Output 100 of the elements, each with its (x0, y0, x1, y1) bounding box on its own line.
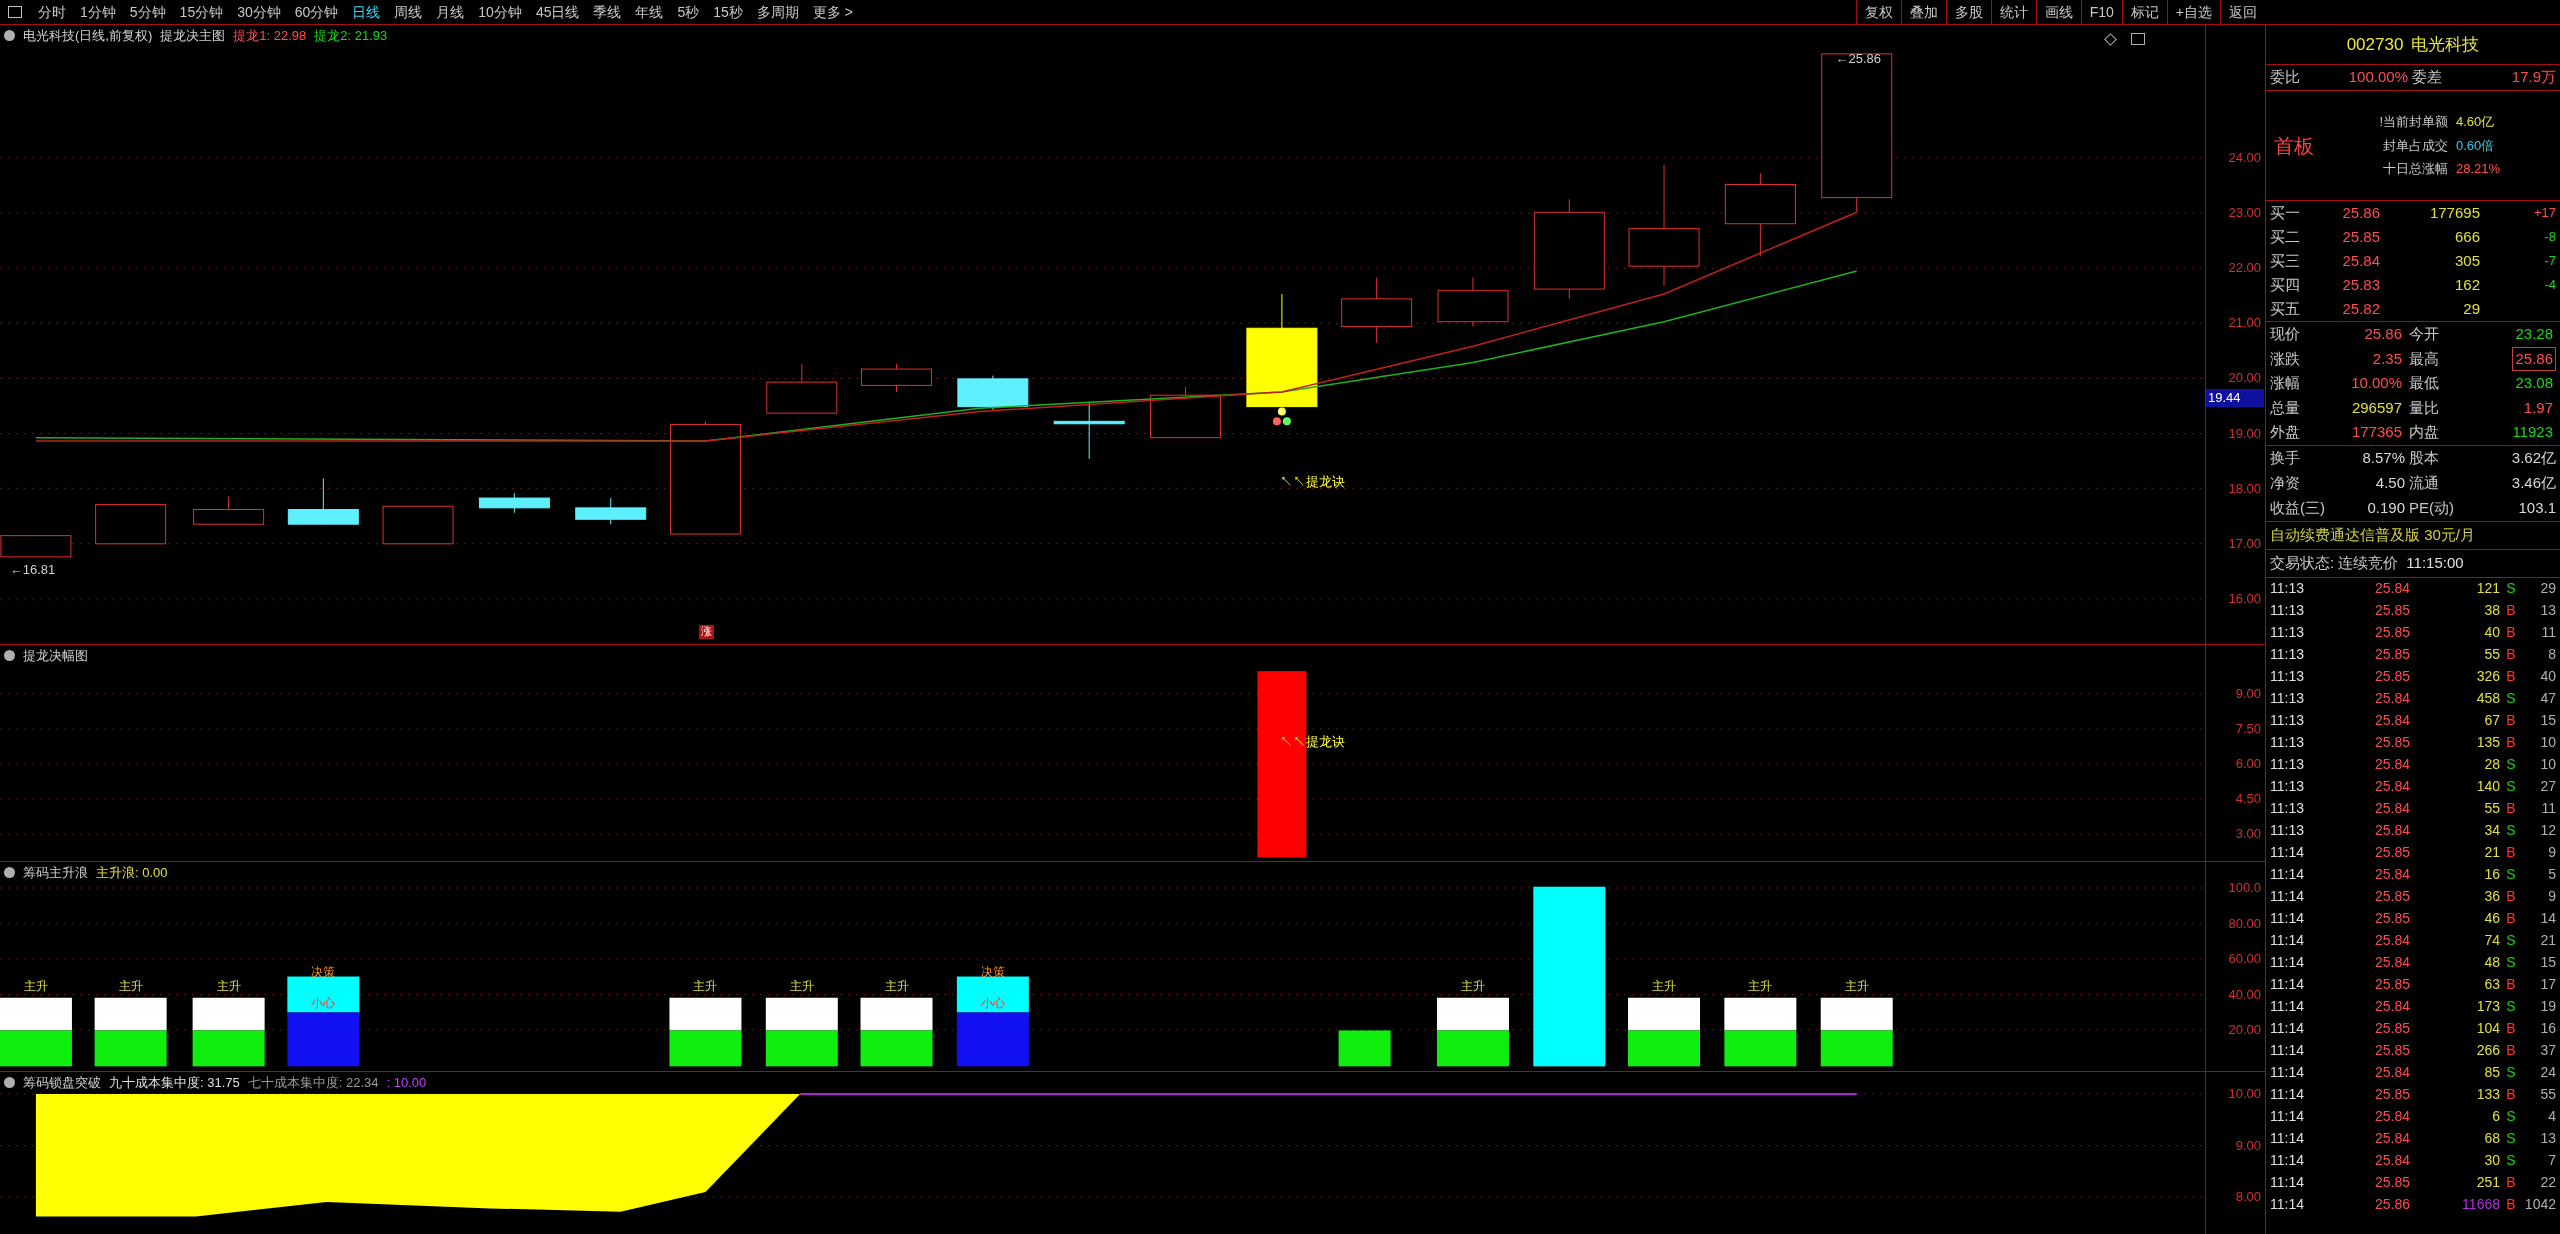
period-tab[interactable]: 年线 (635, 1, 664, 23)
quote-text: -7 (2544, 252, 2556, 271)
toolbar-button[interactable]: 复权 (1855, 0, 1901, 24)
collapse-icon[interactable] (4, 1077, 15, 1088)
trade-side: S (2505, 1129, 2517, 1148)
trade-side: S (2505, 931, 2517, 950)
period-tab[interactable]: 更多 > (812, 1, 853, 23)
quote-text: 296597 (2350, 397, 2403, 418)
bar-label: 主升 (118, 980, 143, 993)
toolbar-button[interactable]: 返回 (2220, 0, 2265, 24)
collapse-icon[interactable] (4, 650, 15, 661)
period-tab[interactable]: 1分钟 (80, 1, 116, 23)
axis-label: 21.00 (2228, 316, 2261, 330)
bar-label: 小心 (311, 996, 336, 1009)
wave-bar (1338, 1030, 1391, 1067)
trade-price: 25.84 (2373, 997, 2410, 1016)
toolbar-button[interactable]: 标记 (2121, 0, 2167, 24)
trade-volume: 48 (2483, 953, 2500, 972)
axis-label: 10.00 (2228, 1087, 2261, 1100)
period-tab[interactable]: 日线 (352, 1, 381, 23)
toolbar-button[interactable]: 统计 (1990, 0, 2036, 24)
period-tab[interactable]: 月线 (436, 1, 465, 23)
trade-count: 8 (2548, 645, 2556, 664)
trade-time: 11:14 (2270, 1173, 2305, 1192)
quote-text: 666 (2453, 226, 2480, 247)
trade-price: 25.84 (2373, 1151, 2410, 1170)
trade-count: 7 (2548, 1151, 2556, 1170)
quote-text: 1.97 (2522, 397, 2554, 418)
period-tab[interactable]: 周线 (394, 1, 423, 23)
trade-time: 11:14 (2270, 1085, 2305, 1104)
period-tab[interactable]: 10分钟 (478, 1, 522, 23)
trade-count: 16 (2540, 1019, 2556, 1038)
period-tab[interactable]: 5分钟 (129, 1, 166, 23)
period-tab[interactable]: 15分钟 (179, 1, 224, 23)
candlestick (382, 505, 454, 545)
info-value: 4.60亿 (2456, 113, 2495, 132)
trade-side: B (2505, 975, 2517, 994)
trade-volume: 55 (2483, 645, 2500, 664)
trade-count: 1042 (2524, 1195, 2556, 1214)
quote-text: 100.00% (2347, 67, 2408, 88)
trade-side: S (2505, 997, 2517, 1016)
row-label: 最低 (2409, 373, 2439, 393)
row-label: 委差 (2412, 67, 2442, 88)
period-tab[interactable]: 45日线 (535, 1, 580, 23)
trade-count: 15 (2540, 711, 2556, 730)
candlestick (861, 363, 932, 393)
bar-label: 主升 (1652, 980, 1676, 993)
trade-time: 11:14 (2270, 975, 2305, 994)
trade-time: 11:13 (2270, 579, 2305, 598)
toolbar-button[interactable]: F10 (2080, 0, 2122, 24)
candlestick (957, 375, 1029, 411)
trade-count: 47 (2540, 689, 2556, 708)
row-label: 现价 (2270, 324, 2301, 344)
period-tab[interactable]: 30分钟 (237, 1, 281, 23)
row-label: 委比 (2270, 67, 2301, 88)
period-tab[interactable]: 分时 (38, 1, 66, 23)
toolbar-button[interactable]: 画线 (2035, 0, 2081, 24)
legend-value: 九十成本集中度: 31.75 (109, 1076, 240, 1089)
trade-price: 25.85 (2373, 601, 2410, 620)
trade-side: B (2505, 909, 2517, 928)
trade-price: 25.85 (2373, 975, 2410, 994)
trade-volume: 55 (2483, 799, 2500, 818)
quote-text: +17 (2533, 204, 2556, 223)
candlestick (193, 495, 265, 525)
trade-volume: 135 (2475, 733, 2500, 752)
period-tab[interactable]: 多周期 (756, 1, 799, 23)
period-tab[interactable]: 5秒 (677, 1, 700, 23)
trade-side: B (2505, 667, 2517, 686)
quote-text: 162 (2453, 274, 2480, 295)
toolbar-button[interactable]: 叠加 (1900, 0, 1946, 24)
quote-text: 25.85 (2341, 226, 2380, 247)
period-tab[interactable]: 60分钟 (294, 1, 339, 23)
trade-price: 25.84 (2373, 865, 2410, 884)
trade-count: 4 (2548, 1107, 2556, 1126)
period-tab[interactable]: 15秒 (713, 1, 743, 23)
trade-volume: 34 (2483, 821, 2500, 840)
bar-label: 主升 (1748, 980, 1773, 993)
trade-side: S (2505, 1063, 2517, 1082)
trade-side: B (2505, 601, 2517, 620)
trade-volume: 40 (2483, 623, 2500, 642)
period-tab[interactable]: 季线 (593, 1, 622, 23)
trade-count: 10 (2540, 755, 2556, 774)
collapse-icon[interactable] (4, 867, 15, 878)
trade-count: 29 (2540, 579, 2556, 598)
trade-volume: 251 (2475, 1173, 2500, 1192)
trade-price: 25.85 (2373, 733, 2410, 752)
collapse-icon[interactable] (4, 30, 15, 41)
trade-price: 25.85 (2373, 843, 2410, 862)
bar-label: 主升 (1460, 980, 1485, 993)
trade-volume: 326 (2475, 667, 2500, 686)
info-label: 十日总涨幅 (2382, 160, 2448, 179)
chart-settings-icon[interactable] (2131, 33, 2145, 45)
trade-volume: 266 (2475, 1041, 2500, 1060)
toolbar-button[interactable]: 多股 (1945, 0, 1991, 24)
trade-volume: 173 (2475, 997, 2500, 1016)
axis-label: 100.0 (2228, 881, 2261, 894)
bar-label: 决策 (980, 965, 1005, 978)
toolbar-button[interactable]: +自选 (2166, 0, 2220, 24)
row-label: 股本 (2409, 447, 2439, 468)
sidebar-toggle-icon[interactable] (8, 6, 22, 18)
